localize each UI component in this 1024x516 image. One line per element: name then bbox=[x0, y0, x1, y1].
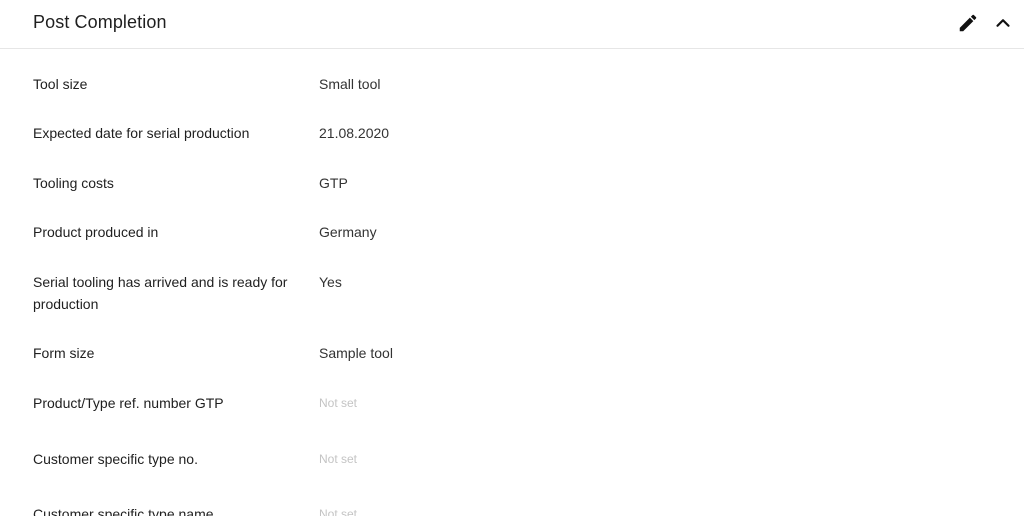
panel-header: Post Completion bbox=[0, 0, 1024, 49]
field-value: Small tool bbox=[319, 76, 381, 92]
field-value: GTP bbox=[319, 175, 348, 191]
field-value: Yes bbox=[319, 274, 342, 290]
field-label: Form size bbox=[33, 345, 95, 361]
field-value: Germany bbox=[319, 224, 377, 240]
field-value-not-set: Not set bbox=[319, 452, 358, 466]
panel-title: Post Completion bbox=[33, 12, 167, 32]
pencil-icon bbox=[959, 14, 977, 32]
field-label: Tooling costs bbox=[33, 175, 114, 191]
field-label: Serial tooling has arrived and is ready … bbox=[33, 274, 288, 312]
chevron-up-icon bbox=[996, 19, 1010, 27]
post-completion-panel: Post Completion Tool size Small tool Exp… bbox=[0, 0, 1024, 516]
field-label: Product/Type ref. number GTP bbox=[33, 395, 224, 411]
field-value-not-set: Not set bbox=[319, 396, 358, 410]
field-value: 21.08.2020 bbox=[319, 125, 390, 141]
collapse-button[interactable] bbox=[992, 12, 1014, 34]
field-value-not-set: Not set bbox=[319, 507, 358, 516]
field-value: Sample tool bbox=[319, 345, 393, 361]
edit-button[interactable] bbox=[957, 12, 979, 34]
field-label: Tool size bbox=[33, 76, 88, 92]
field-label: Customer specific type no. bbox=[33, 451, 198, 467]
field-label: Product produced in bbox=[33, 224, 159, 240]
field-label: Customer specific type name bbox=[33, 506, 214, 516]
field-label: Expected date for serial production bbox=[33, 125, 250, 141]
